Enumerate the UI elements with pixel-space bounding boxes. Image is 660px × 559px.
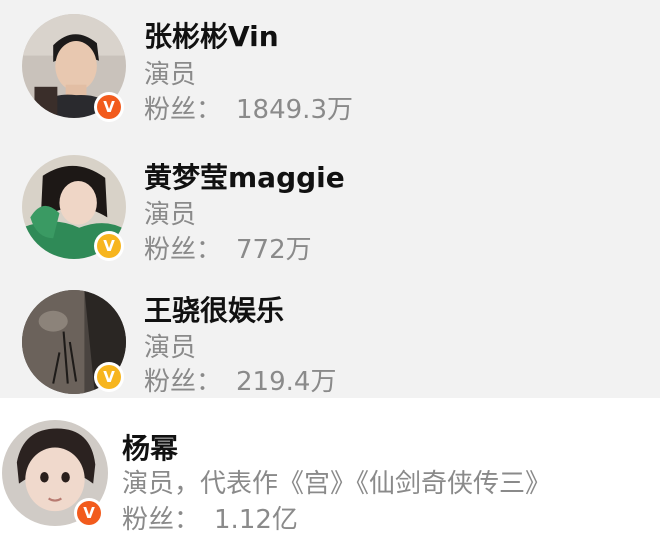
fans-label: 粉丝：	[122, 505, 201, 535]
profile-fans: 粉丝： 772万	[144, 234, 312, 266]
verified-badge-red-icon: V	[77, 501, 101, 525]
verified-badge: V	[94, 362, 124, 392]
profile-fans: 粉丝： 1.12亿	[122, 504, 298, 536]
profile-role: 演员	[144, 333, 197, 363]
verified-badge: V	[94, 92, 124, 122]
profile-name[interactable]: 黄梦莹maggie	[144, 161, 345, 195]
fans-count: 772万	[236, 235, 312, 265]
profile-name[interactable]: 王骁很娱乐	[144, 294, 284, 328]
profile-role: 演员	[144, 60, 197, 90]
profile-card[interactable]: V 王骁很娱乐 演员 粉丝： 219.4万	[0, 268, 660, 398]
profile-role: 演员，代表作《宫》《仙剑奇侠传三》	[122, 469, 552, 499]
fans-label: 粉丝：	[144, 367, 223, 397]
profile-card[interactable]: V 杨幂 演员，代表作《宫》《仙剑奇侠传三》 粉丝： 1.12亿	[0, 398, 660, 559]
profile-card[interactable]: V 黄梦莹maggie 演员 粉丝： 772万	[0, 135, 660, 268]
fans-label: 粉丝：	[144, 95, 223, 125]
profile-name[interactable]: 杨幂	[122, 432, 178, 466]
profile-card[interactable]: V 张彬彬Vin 演员 粉丝： 1849.3万	[0, 0, 660, 135]
verified-badge-red-icon: V	[97, 95, 121, 119]
profile-role: 演员	[144, 200, 197, 230]
fans-count: 219.4万	[236, 367, 337, 397]
profile-fans: 粉丝： 1849.3万	[144, 94, 353, 126]
verified-badge: V	[94, 231, 124, 261]
verified-badge-gold-icon: V	[97, 234, 121, 258]
fans-label: 粉丝：	[144, 235, 223, 265]
verified-badge: V	[74, 498, 104, 528]
profile-name[interactable]: 张彬彬Vin	[144, 20, 279, 54]
profile-fans: 粉丝： 219.4万	[144, 366, 336, 398]
fans-count: 1.12亿	[214, 505, 298, 535]
fans-count: 1849.3万	[236, 95, 353, 125]
verified-badge-gold-icon: V	[97, 365, 121, 389]
